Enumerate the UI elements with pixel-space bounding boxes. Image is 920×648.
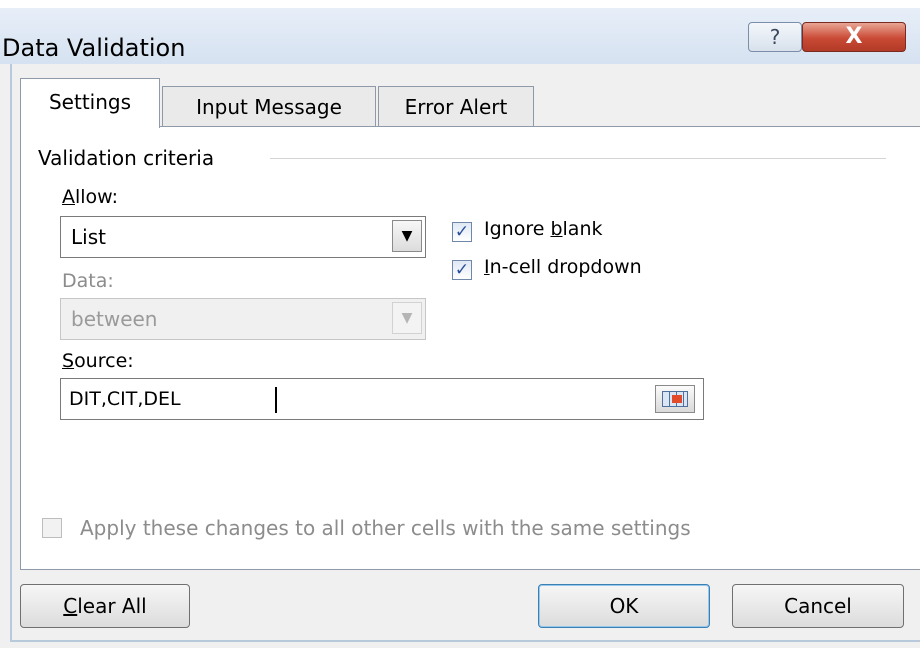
checkmark-icon: ✓: [454, 260, 470, 280]
help-icon: ?: [769, 25, 781, 49]
source-value: DIT,CIT,DEL: [69, 388, 181, 410]
dialog-title: Data Validation: [2, 34, 186, 62]
data-value: between: [71, 307, 158, 331]
allow-label: Allow:: [62, 186, 119, 208]
validation-criteria-label: Validation criteria: [38, 146, 223, 170]
allow-select[interactable]: List ▼: [60, 216, 426, 258]
ignore-blank-checkbox[interactable]: ✓: [452, 222, 472, 242]
checkmark-icon: ✓: [454, 222, 470, 242]
frame-divider-left: [10, 64, 12, 640]
settings-panel: [20, 126, 920, 570]
in-cell-dropdown-label[interactable]: In-cell dropdown: [484, 256, 642, 278]
chevron-down-icon[interactable]: ▼: [392, 220, 422, 252]
data-select: between ▼: [60, 298, 426, 340]
range-select-button[interactable]: [655, 385, 695, 413]
tab-error-alert[interactable]: Error Alert: [378, 86, 534, 126]
clear-all-button[interactable]: Clear All: [20, 584, 190, 628]
text-caret: [275, 387, 277, 413]
title-bar[interactable]: Data Validation ? X: [0, 8, 920, 64]
cancel-button[interactable]: Cancel: [732, 584, 904, 628]
ok-button[interactable]: OK: [538, 584, 710, 628]
allow-value: List: [71, 225, 106, 249]
group-divider: [270, 158, 886, 159]
apply-all-label: Apply these changes to all other cells w…: [80, 516, 691, 540]
close-icon: X: [845, 24, 863, 49]
tab-error-alert-label: Error Alert: [404, 95, 508, 119]
data-validation-dialog: Data Validation ? X Settings Input Messa…: [0, 0, 920, 648]
source-label: Source:: [62, 350, 134, 372]
tab-settings[interactable]: Settings: [20, 78, 160, 128]
tab-settings-label: Settings: [48, 90, 132, 114]
ignore-blank-label[interactable]: Ignore blank: [484, 218, 603, 240]
data-label: Data:: [62, 270, 114, 292]
close-button[interactable]: X: [802, 22, 906, 52]
in-cell-dropdown-checkbox[interactable]: ✓: [452, 260, 472, 280]
help-button[interactable]: ?: [748, 22, 802, 52]
tab-input-message[interactable]: Input Message: [162, 86, 376, 126]
apply-all-checkbox: [42, 518, 62, 538]
frame-divider-bottom: [10, 640, 920, 642]
range-select-icon-marker: [672, 395, 682, 403]
chevron-down-icon: ▼: [392, 302, 422, 334]
source-input[interactable]: DIT,CIT,DEL: [60, 378, 704, 420]
tab-input-message-label: Input Message: [196, 95, 342, 119]
